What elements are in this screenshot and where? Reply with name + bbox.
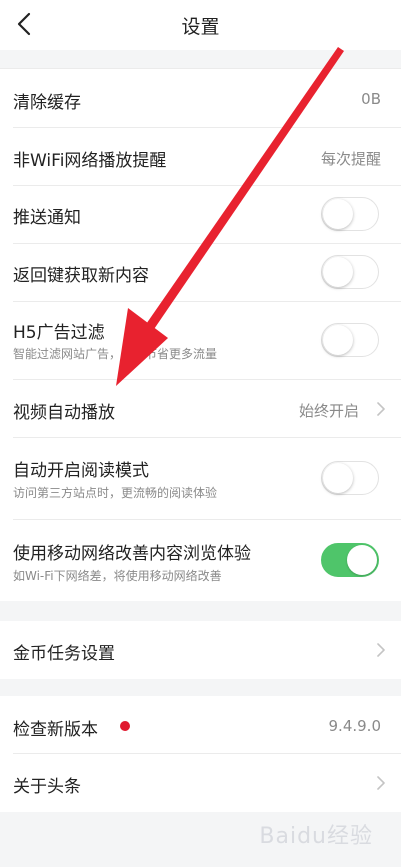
h5-ad-filter-description: 智能过滤网站广告，为你节省更多流量 <box>13 347 218 361</box>
h5-ad-filter-label: H5广告过滤 <box>13 323 105 343</box>
non-wifi-reminder-row[interactable]: 非WiFi网络播放提醒 每次提醒 <box>0 127 401 186</box>
h5-ad-filter-toggle[interactable] <box>321 323 379 357</box>
non-wifi-reminder-value: 每次提醒 <box>320 150 381 168</box>
check-update-label: 检查新版本 <box>13 720 98 740</box>
push-notification-row: 推送通知 <box>0 185 401 244</box>
settings-section-main: 清除缓存 0B 非WiFi网络播放提醒 每次提醒 推送通知 返回键获取新内容 H… <box>0 68 401 601</box>
reader-mode-label: 自动开启阅读模式 <box>13 461 149 481</box>
non-wifi-reminder-label: 非WiFi网络播放提醒 <box>13 151 167 171</box>
h5-ad-filter-row: H5广告过滤 智能过滤网站广告，为你节省更多流量 <box>0 301 401 379</box>
push-notification-label: 推送通知 <box>13 208 81 228</box>
about-row[interactable]: 关于头条 <box>0 754 401 812</box>
check-update-row[interactable]: 检查新版本 9.4.9.0 <box>0 696 401 754</box>
app-version-value: 9.4.9.0 <box>328 717 381 735</box>
chevron-right-icon <box>377 402 385 416</box>
chevron-right-icon <box>377 643 385 657</box>
coin-task-label: 金币任务设置 <box>13 644 115 664</box>
mobile-network-row: 使用移动网络改善内容浏览体验 如Wi-Fi下网络差，将使用移动网络改善 <box>0 519 401 601</box>
mobile-network-label: 使用移动网络改善内容浏览体验 <box>13 544 251 564</box>
mobile-network-toggle[interactable] <box>321 543 379 577</box>
back-key-refresh-row: 返回键获取新内容 <box>0 243 401 302</box>
push-notification-toggle[interactable] <box>321 197 379 231</box>
watermark-logo: Baidu经验 <box>259 824 373 849</box>
settings-section-coins: 金币任务设置 <box>0 621 401 679</box>
toggle-knob <box>323 325 353 355</box>
toggle-knob <box>323 257 353 287</box>
about-label: 关于头条 <box>13 777 81 797</box>
back-key-refresh-label: 返回键获取新内容 <box>13 266 149 286</box>
chevron-right-icon <box>377 776 385 790</box>
video-autoplay-label: 视频自动播放 <box>13 403 115 423</box>
back-key-refresh-toggle[interactable] <box>321 255 379 289</box>
reader-mode-row: 自动开启阅读模式 访问第三方站点时，更流畅的阅读体验 <box>0 437 401 519</box>
mobile-network-description: 如Wi-Fi下网络差，将使用移动网络改善 <box>13 569 222 583</box>
toggle-knob <box>347 545 377 575</box>
video-autoplay-value: 始终开启 <box>298 402 359 420</box>
settings-section-about: 检查新版本 9.4.9.0 关于头条 <box>0 696 401 812</box>
video-autoplay-row[interactable]: 视频自动播放 始终开启 <box>0 379 401 438</box>
new-version-dot <box>120 721 130 731</box>
reader-mode-toggle[interactable] <box>321 461 379 495</box>
clear-cache-label: 清除缓存 <box>13 93 81 113</box>
reader-mode-description: 访问第三方站点时，更流畅的阅读体验 <box>13 486 218 500</box>
top-bar: 设置 <box>0 0 401 50</box>
page-title: 设置 <box>181 16 220 38</box>
toggle-knob <box>323 199 353 229</box>
coin-task-row[interactable]: 金币任务设置 <box>0 621 401 679</box>
toggle-knob <box>323 463 353 493</box>
clear-cache-row[interactable]: 清除缓存 0B <box>0 68 401 128</box>
cache-size-value: 0B <box>361 90 381 108</box>
